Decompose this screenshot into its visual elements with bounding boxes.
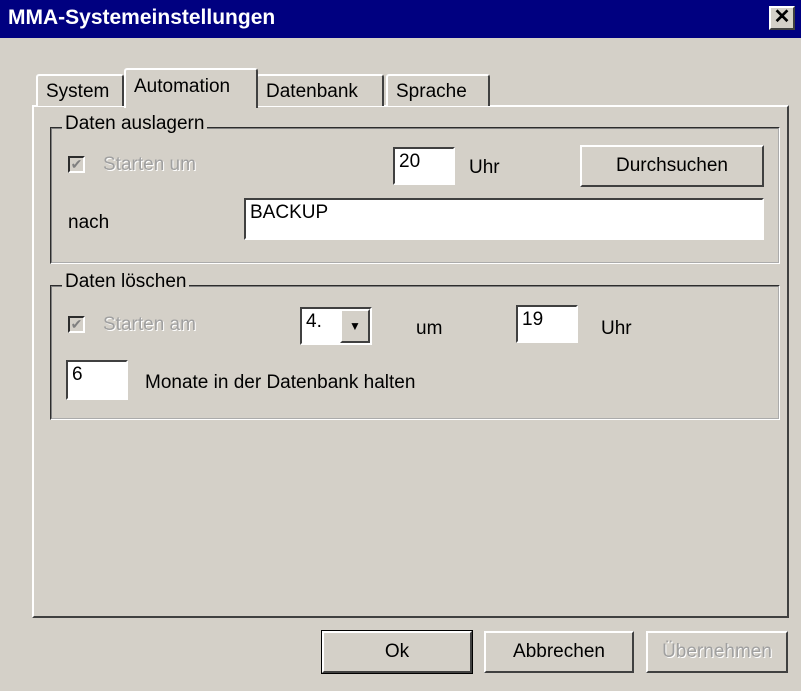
archive-hour-unit: Uhr <box>469 157 500 178</box>
archive-start-checkbox[interactable]: ✔ <box>68 156 85 173</box>
tab-system[interactable]: System <box>36 74 124 106</box>
archive-hour-input[interactable]: 20 <box>393 147 455 185</box>
months-input[interactable]: 6 <box>66 360 128 400</box>
tab-automation[interactable]: Automation <box>124 68 258 108</box>
delete-hour-input[interactable]: 19 <box>516 305 578 343</box>
archive-start-label: Starten um <box>103 154 196 175</box>
archive-target-label: nach <box>68 212 110 233</box>
delete-group-label: Daten löschen <box>62 271 190 293</box>
apply-button[interactable]: Übernehmen <box>646 631 788 673</box>
delete-group <box>50 285 780 420</box>
delete-start-label: Starten am <box>103 314 196 335</box>
delete-start-checkbox[interactable]: ✔ <box>68 316 85 333</box>
close-button[interactable]: ✕ <box>769 6 795 30</box>
cancel-button[interactable]: Abbrechen <box>484 631 634 673</box>
tab-datenbank[interactable]: Datenbank <box>256 74 384 106</box>
delete-at-label: um <box>416 318 443 339</box>
archive-group-label: Daten auslagern <box>62 113 208 135</box>
delete-day-value: 4. <box>306 311 322 332</box>
months-label: Monate in der Datenbank halten <box>145 372 416 393</box>
browse-button[interactable]: Durchsuchen <box>580 145 764 187</box>
ok-button[interactable]: Ok <box>321 630 473 674</box>
tab-sprache[interactable]: Sprache <box>386 74 490 106</box>
chevron-down-icon[interactable]: ▼ <box>340 309 370 343</box>
archive-target-input[interactable]: BACKUP <box>244 198 764 240</box>
delete-hour-unit: Uhr <box>601 318 632 339</box>
window-title: MMA-Systemeinstellungen <box>8 6 276 29</box>
